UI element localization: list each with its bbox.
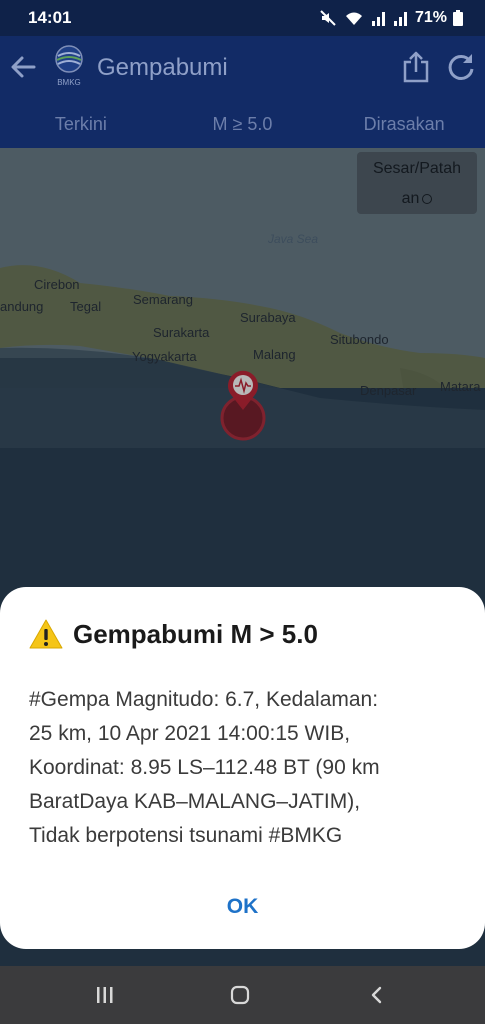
signal-icon (393, 12, 407, 26)
status-time: 14:01 (28, 8, 72, 27)
system-nav-bar (0, 966, 485, 1024)
battery-icon (453, 10, 463, 26)
dialog-title: Gempabumi M > 5.0 (73, 618, 318, 649)
wifi-icon (345, 12, 362, 25)
tab-dirasakan[interactable]: Dirasakan (323, 100, 485, 148)
message-line: Koordinat: 8.95 LS–112.48 BT (90 km (29, 756, 380, 779)
message-line: #Gempa Magnitudo: 6.7, Kedalaman: (29, 688, 379, 711)
dialog-header: Gempabumi M > 5.0 (29, 618, 318, 650)
back-arrow-icon[interactable] (8, 52, 38, 82)
app-bar: BMKG Gempabumi (0, 36, 485, 100)
back-icon[interactable] (366, 984, 388, 1006)
share-icon[interactable] (400, 50, 432, 84)
alert-dialog: Gempabumi M > 5.0 #Gempa Magnitudo: 6.7,… (0, 587, 485, 949)
tab-m-5[interactable]: M ≥ 5.0 (162, 100, 324, 148)
recent-apps-icon[interactable] (94, 984, 116, 1006)
status-bar: 14:01 71% (0, 0, 485, 36)
ok-button[interactable]: OK (205, 887, 280, 927)
dialog-message: #Gempa Magnitudo: 6.7, Kedalaman: 25 km,… (29, 683, 459, 853)
tab-bar: Terkini M ≥ 5.0 Dirasakan (0, 100, 485, 148)
bmkg-logo: BMKG (55, 45, 83, 87)
tab-terkini[interactable]: Terkini (0, 100, 162, 148)
mute-icon (320, 10, 336, 26)
message-line: Tidak berpotensi tsunami #BMKG (29, 824, 343, 847)
status-icons: 71% (319, 9, 463, 27)
refresh-icon[interactable] (446, 52, 476, 82)
app-title: Gempabumi (97, 54, 228, 81)
message-line: BaratDaya KAB–MALANG–JATIM), (29, 790, 361, 813)
warning-icon (29, 619, 63, 649)
logo-text: BMKG (57, 78, 81, 87)
signal-icon (371, 12, 385, 26)
message-line: 25 km, 10 Apr 2021 14:00:15 WIB, (29, 722, 351, 745)
battery-percent: 71% (414, 9, 447, 26)
home-icon[interactable] (229, 984, 251, 1006)
